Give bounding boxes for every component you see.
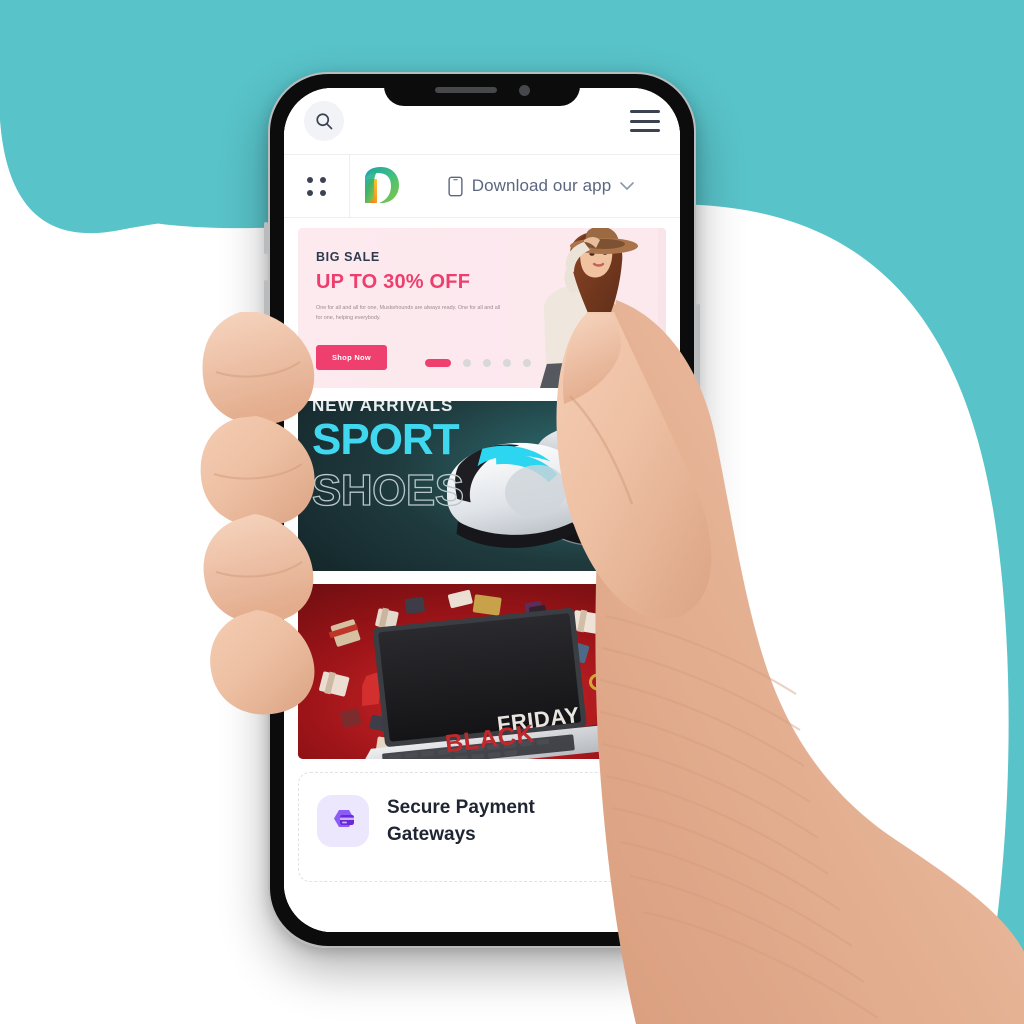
carousel-dot-1[interactable]	[425, 359, 451, 367]
hero-headline: UP TO 30% OFF	[316, 271, 471, 293]
shop-now-button[interactable]: Shop Now	[316, 345, 388, 370]
hamburger-line-2	[630, 119, 660, 123]
hero-kicker: BIG SALE	[316, 250, 380, 264]
carousel-dot-5[interactable]	[523, 359, 531, 367]
chevron-left-icon	[574, 339, 586, 361]
carousel-next-button[interactable]	[598, 331, 634, 367]
silence-switch[interactable]	[264, 222, 268, 254]
hero-carousel-dots[interactable]	[425, 359, 531, 367]
download-app-label: Download our app	[471, 176, 612, 195]
hamburger-line-1	[630, 110, 660, 113]
brand-logo[interactable]	[350, 165, 412, 207]
carousel-dot-2[interactable]	[463, 359, 471, 367]
hamburger-line-3	[630, 129, 660, 132]
hero-copy-block: BIG SALE UP TO 30% OFF One for all and a…	[316, 250, 516, 323]
chevron-right-icon	[609, 337, 622, 361]
volume-up-button[interactable]	[264, 280, 268, 338]
mobile-phone-icon	[448, 176, 463, 196]
secure-payment-card[interactable]: Secure Payment Gateways	[298, 772, 666, 882]
app-content-scroll[interactable]: BIG SALE UP TO 30% OFF One for all and a…	[284, 218, 680, 932]
secure-payment-icon-box	[317, 795, 369, 847]
phone-notch	[384, 74, 580, 106]
volume-down-button[interactable]	[264, 354, 268, 412]
secure-payment-title: Secure Payment Gateways	[387, 797, 535, 845]
carousel-dot-4[interactable]	[503, 359, 511, 367]
secure-payment-shield-icon	[334, 810, 354, 827]
app-viewport: Download our app BIG SALE UP TO 30% OFF …	[284, 88, 680, 932]
hero-subtext: One for all and all for one, Muskehounds…	[316, 305, 501, 321]
sport-banner-kicker: NEW ARRIVALS	[312, 401, 454, 415]
grid-dots-icon	[307, 176, 326, 196]
phone-screen: Download our app BIG SALE UP TO 30% OFF …	[284, 88, 680, 932]
sport-banner-title: SPORT	[312, 415, 460, 464]
phone-frame: Download our app BIG SALE UP TO 30% OFF …	[268, 72, 696, 948]
chevron-down-icon	[620, 181, 635, 190]
front-camera-icon	[518, 84, 530, 96]
speaker-grille-icon	[434, 87, 497, 93]
search-icon	[316, 113, 333, 130]
hamburger-menu-button[interactable]	[630, 110, 660, 132]
category-grid-button[interactable]	[284, 155, 350, 217]
black-friday-banner[interactable]: FRIDAY BLACK	[298, 584, 666, 759]
search-button[interactable]	[304, 101, 344, 141]
sport-shoes-banner[interactable]: NEW ARRIVALS SPORT SHOES	[298, 401, 666, 571]
app-subbar: Download our app	[284, 154, 680, 218]
phone-mockup: Download our app BIG SALE UP TO 30% OFF …	[264, 72, 700, 948]
power-button[interactable]	[696, 304, 700, 390]
sport-banner-subtitle: SHOES	[311, 466, 464, 515]
carousel-dot-3[interactable]	[483, 359, 491, 367]
download-app-button[interactable]: Download our app	[412, 176, 680, 197]
hero-sale-banner[interactable]: BIG SALE UP TO 30% OFF One for all and a…	[298, 228, 666, 388]
brand-logo-d-icon	[365, 167, 399, 204]
carousel-prev-button[interactable]	[566, 336, 594, 364]
